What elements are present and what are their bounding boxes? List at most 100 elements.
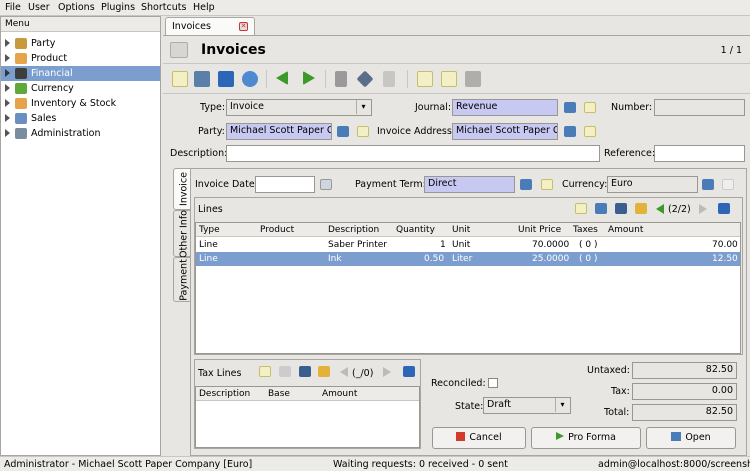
tab-invoices[interactable]: Invoices ✕ xyxy=(165,17,255,35)
col-description[interactable]: Description xyxy=(328,225,379,235)
previous-icon[interactable] xyxy=(276,71,288,85)
menu-shortcuts[interactable]: Shortcuts xyxy=(141,2,186,13)
sidebar-item-currency[interactable]: Currency xyxy=(1,81,160,96)
description-label: Description: xyxy=(170,148,228,159)
chevron-down-icon: ▾ xyxy=(555,398,569,412)
attachment-icon[interactable] xyxy=(335,71,347,87)
search-folder-icon[interactable] xyxy=(337,126,349,137)
delete-tax-line-icon[interactable] xyxy=(299,366,311,377)
undo-icon[interactable] xyxy=(635,203,647,214)
tax-label: Tax: xyxy=(611,386,630,397)
open-record-icon[interactable] xyxy=(541,179,553,190)
sales-icon xyxy=(15,113,27,124)
switch-icon[interactable] xyxy=(218,71,234,87)
col-taxes[interactable]: Taxes xyxy=(573,225,598,235)
menu-user[interactable]: User xyxy=(28,2,50,13)
col-unit[interactable]: Unit xyxy=(452,225,470,235)
sidebar-menu: Menu Party Product Financial Currency In… xyxy=(0,16,161,456)
close-icon[interactable]: ✕ xyxy=(239,22,248,31)
search-folder-icon[interactable] xyxy=(564,126,576,137)
new-line-icon[interactable] xyxy=(575,203,587,214)
next-line-icon[interactable] xyxy=(699,204,707,214)
menu-options[interactable]: Options xyxy=(58,2,95,13)
undo-icon[interactable] xyxy=(318,366,330,377)
expand-arrow-icon[interactable] xyxy=(5,114,10,122)
type-select[interactable]: Invoice ▾ xyxy=(226,99,372,116)
report-icon[interactable] xyxy=(417,71,433,87)
new-tax-line-icon[interactable] xyxy=(259,366,271,377)
col-unit-price[interactable]: Unit Price xyxy=(518,225,561,235)
sidebar-item-administration[interactable]: Administration xyxy=(1,126,160,141)
arrow-right-icon xyxy=(556,432,565,440)
delete-line-icon[interactable] xyxy=(615,203,627,214)
switch-view-icon[interactable] xyxy=(403,366,415,377)
sidebar-item-financial[interactable]: Financial xyxy=(1,66,160,81)
description-field[interactable] xyxy=(226,145,600,162)
sidebar-item-sales[interactable]: Sales xyxy=(1,111,160,126)
menu-help[interactable]: Help xyxy=(193,2,215,13)
col-amount[interactable]: Amount xyxy=(608,225,643,235)
number-label: Number: xyxy=(611,102,653,113)
expand-arrow-icon[interactable] xyxy=(5,54,10,62)
col-description[interactable]: Description xyxy=(199,389,250,399)
status-requests: Waiting requests: 0 received - 0 sent xyxy=(333,459,508,470)
open-record-icon[interactable] xyxy=(357,126,369,137)
search-folder-icon[interactable] xyxy=(702,179,714,190)
tax-lines-header: Description Base Amount xyxy=(196,387,419,401)
switch-view-icon[interactable] xyxy=(170,42,188,58)
expand-arrow-icon[interactable] xyxy=(5,99,10,107)
invoice-date-field[interactable] xyxy=(255,176,315,193)
pro-forma-button[interactable]: Pro Forma xyxy=(531,427,641,449)
tab-payment[interactable]: Payment xyxy=(173,257,190,302)
search-folder-icon[interactable] xyxy=(564,102,576,113)
col-quantity[interactable]: Quantity xyxy=(396,225,435,235)
action-icon[interactable] xyxy=(356,70,374,88)
expand-arrow-icon[interactable] xyxy=(5,39,10,47)
previous-line-icon[interactable] xyxy=(656,204,664,214)
journal-field[interactable]: Revenue xyxy=(452,99,558,116)
table-row[interactable]: Line Ink 0.50 Liter 25.0000 ( 0 ) 12.50 xyxy=(196,252,740,266)
search-folder-icon[interactable] xyxy=(520,179,532,190)
payment-term-field[interactable]: Direct xyxy=(424,176,515,193)
open-record-icon[interactable] xyxy=(584,102,596,113)
open-tax-line-icon xyxy=(279,366,291,377)
sidebar-item-product[interactable]: Product xyxy=(1,51,160,66)
col-type[interactable]: Type xyxy=(199,225,220,235)
col-base[interactable]: Base xyxy=(268,389,290,399)
administration-icon xyxy=(15,128,27,139)
open-icon xyxy=(671,432,682,441)
save-icon[interactable] xyxy=(194,71,210,87)
cancel-button[interactable]: Cancel xyxy=(432,427,526,449)
menu-file[interactable]: File xyxy=(5,2,21,13)
open-record-icon xyxy=(722,179,734,190)
chevron-down-icon: ▾ xyxy=(356,100,370,114)
sidebar-header: Menu xyxy=(1,17,160,32)
table-row[interactable]: Line Saber Printer 1 Unit 70.0000 ( 0 ) … xyxy=(196,238,740,252)
new-icon[interactable] xyxy=(172,71,188,87)
print-icon[interactable] xyxy=(465,71,481,87)
expand-arrow-icon[interactable] xyxy=(5,69,10,77)
calendar-icon[interactable] xyxy=(320,179,332,190)
menu-plugins[interactable]: Plugins xyxy=(101,2,135,13)
expand-arrow-icon[interactable] xyxy=(5,129,10,137)
col-product[interactable]: Product xyxy=(260,225,294,235)
reference-field[interactable] xyxy=(654,145,745,162)
reconciled-checkbox[interactable] xyxy=(488,378,498,388)
reload-icon[interactable] xyxy=(242,71,258,87)
financial-icon xyxy=(15,68,27,79)
previous-line-icon[interactable] xyxy=(340,367,348,377)
open-line-icon[interactable] xyxy=(595,203,607,214)
open-button[interactable]: Open xyxy=(646,427,736,449)
invoice-address-field[interactable]: Michael Scott Paper Cor xyxy=(452,123,558,140)
next-line-icon[interactable] xyxy=(383,367,391,377)
sidebar-item-inventory[interactable]: Inventory & Stock xyxy=(1,96,160,111)
sidebar-item-party[interactable]: Party xyxy=(1,36,160,51)
email-icon[interactable] xyxy=(441,71,457,87)
open-record-icon[interactable] xyxy=(584,126,596,137)
party-field[interactable]: Michael Scott Paper Cor xyxy=(226,123,332,140)
expand-arrow-icon[interactable] xyxy=(5,84,10,92)
relate-icon[interactable] xyxy=(383,71,395,87)
switch-view-icon[interactable] xyxy=(718,203,730,214)
col-amount[interactable]: Amount xyxy=(322,389,357,399)
next-icon[interactable] xyxy=(303,71,315,85)
